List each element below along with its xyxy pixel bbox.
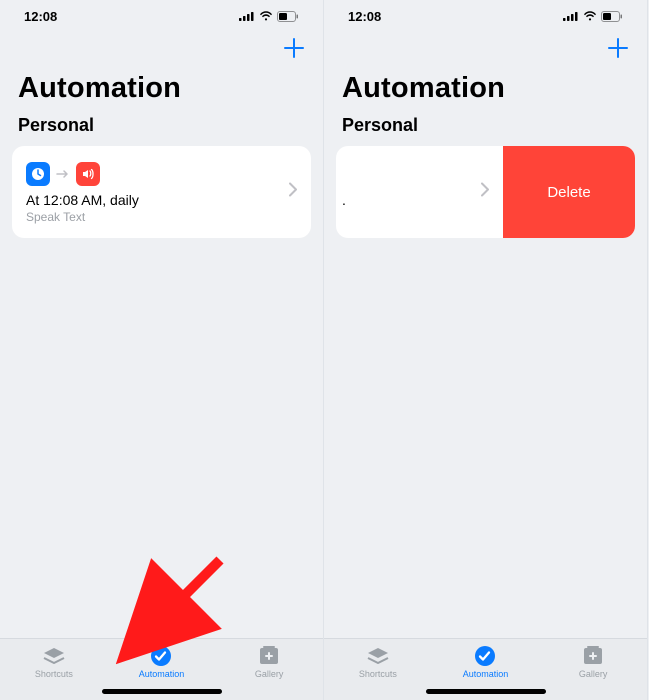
gallery-icon	[580, 645, 606, 667]
status-bar: 12:08	[324, 0, 647, 28]
section-title: Personal	[0, 111, 323, 146]
automation-action: Speak Text	[26, 210, 297, 224]
status-icons	[563, 11, 623, 22]
tab-automation[interactable]: Automation	[116, 645, 206, 679]
automation-card-swiped[interactable]: x x Delete	[336, 146, 635, 238]
tab-label-automation: Automation	[139, 669, 185, 679]
tab-label-gallery: Gallery	[255, 669, 284, 679]
battery-icon	[601, 11, 623, 22]
speaker-icon	[76, 162, 100, 186]
tab-gallery[interactable]: Gallery	[548, 645, 638, 679]
phone-screen-right: 12:08 Automation Personal x x Delete	[324, 0, 648, 700]
nav-bar	[324, 28, 647, 72]
automation-trigger: At 12:08 AM, daily	[26, 192, 297, 208]
nav-bar	[0, 28, 323, 72]
page-title: Automation	[0, 72, 323, 111]
status-bar: 12:08	[0, 0, 323, 28]
tab-shortcuts[interactable]: Shortcuts	[333, 645, 423, 679]
card-icons	[26, 162, 297, 186]
shortcuts-icon	[41, 645, 67, 667]
battery-icon	[277, 11, 299, 22]
arrow-right-icon	[56, 166, 70, 182]
tab-label-shortcuts: Shortcuts	[359, 669, 397, 679]
clock-icon	[26, 162, 50, 186]
automation-card[interactable]: At 12:08 AM, daily Speak Text	[12, 146, 311, 238]
chevron-right-icon	[289, 183, 297, 202]
status-icons	[239, 11, 299, 22]
home-indicator[interactable]	[102, 689, 222, 694]
section-title: Personal	[324, 111, 647, 146]
status-time: 12:08	[348, 9, 381, 24]
gallery-icon	[256, 645, 282, 667]
tab-automation[interactable]: Automation	[440, 645, 530, 679]
shortcuts-icon	[365, 645, 391, 667]
signal-icon	[239, 11, 255, 21]
home-indicator[interactable]	[426, 689, 546, 694]
add-button[interactable]	[607, 37, 629, 64]
wifi-icon	[259, 11, 273, 21]
delete-label: Delete	[547, 184, 590, 201]
tab-shortcuts[interactable]: Shortcuts	[9, 645, 99, 679]
tab-label-automation: Automation	[463, 669, 509, 679]
tab-label-shortcuts: Shortcuts	[35, 669, 73, 679]
delete-button[interactable]: Delete	[503, 146, 635, 238]
add-button[interactable]	[283, 36, 305, 64]
tab-gallery[interactable]: Gallery	[224, 645, 314, 679]
tab-label-gallery: Gallery	[579, 669, 608, 679]
status-time: 12:08	[24, 9, 57, 24]
chevron-right-icon	[481, 183, 489, 202]
wifi-icon	[583, 11, 597, 21]
automation-tab-icon	[472, 645, 498, 667]
automation-tab-icon	[148, 645, 174, 667]
signal-icon	[563, 11, 579, 21]
page-title: Automation	[324, 72, 647, 111]
phone-screen-left: 12:08 Automation Personal	[0, 0, 324, 700]
